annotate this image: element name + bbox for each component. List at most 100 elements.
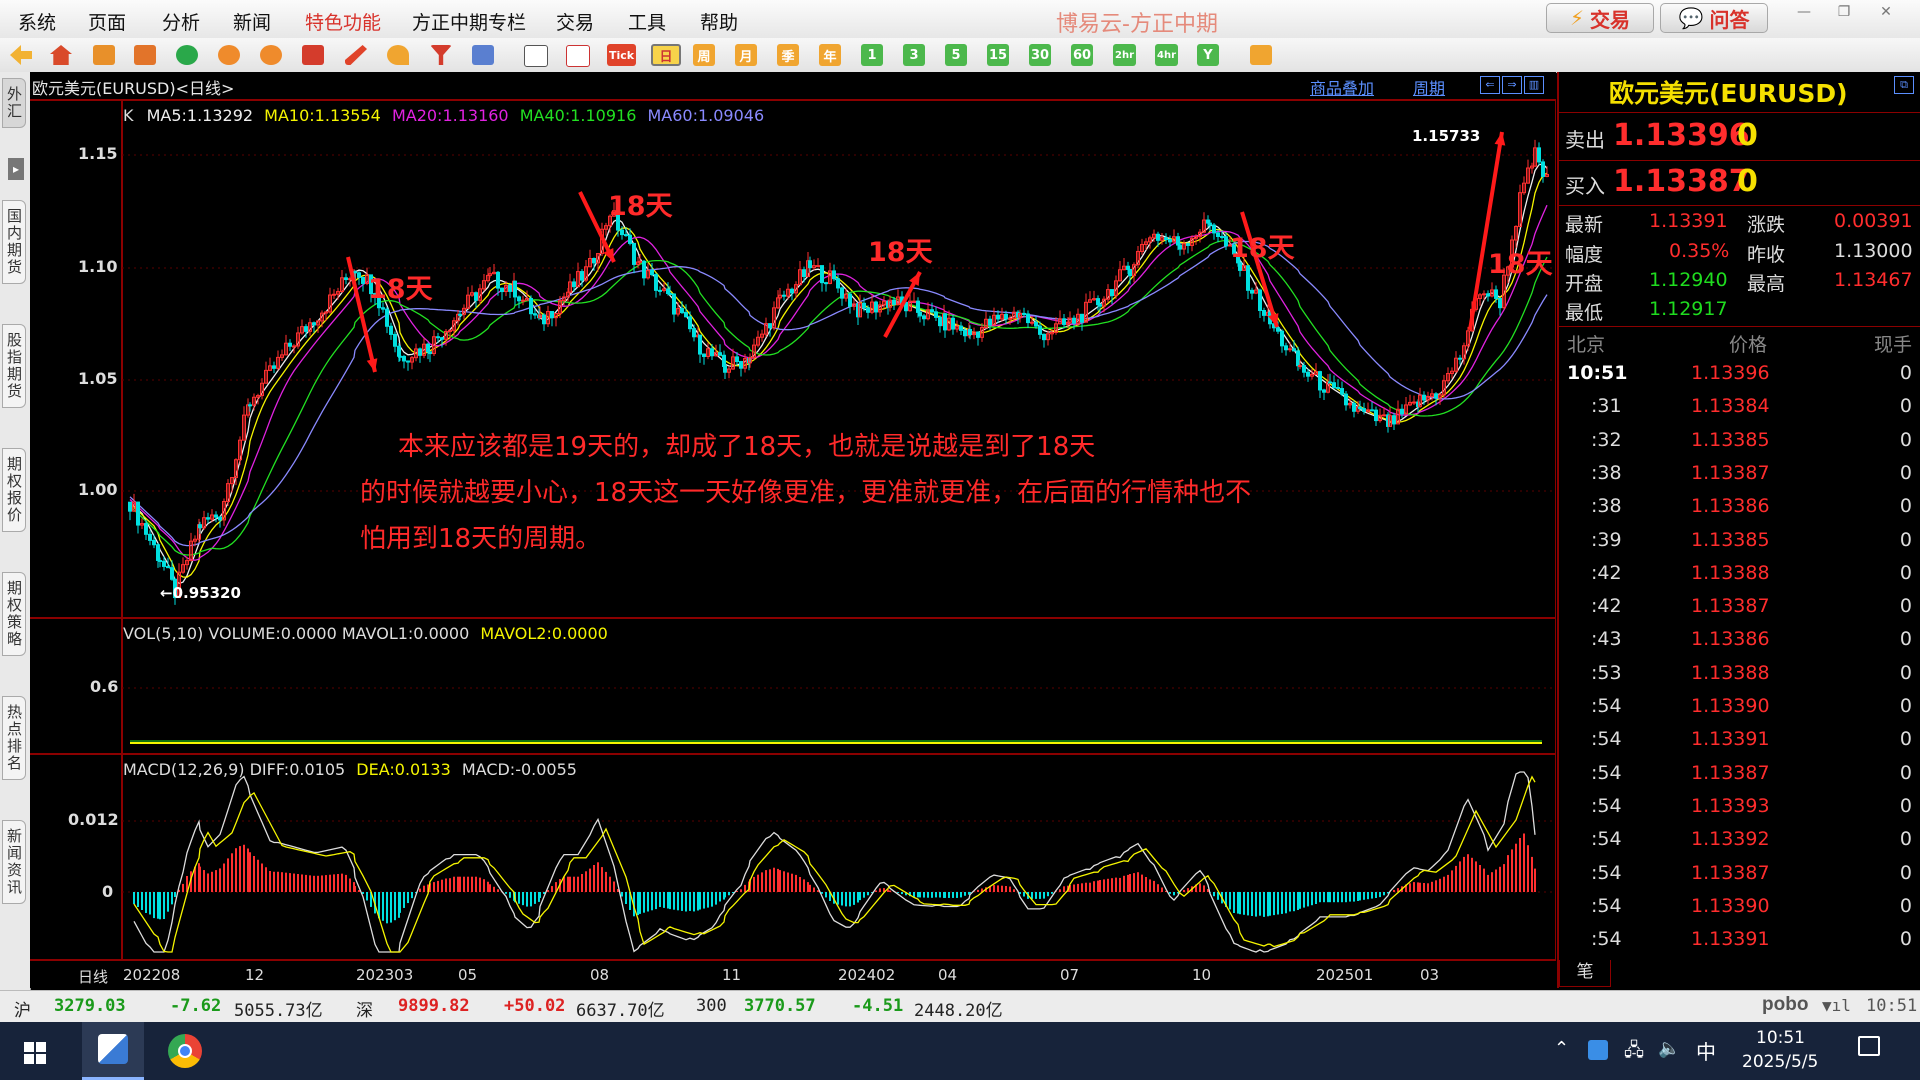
candle-body xyxy=(1306,371,1310,377)
menu-news[interactable]: 新闻 xyxy=(233,8,271,35)
network-icon[interactable]: 🖧 xyxy=(1624,1038,1644,1068)
period-season[interactable]: 季 xyxy=(777,44,799,66)
app-taskbar-button[interactable] xyxy=(82,1022,144,1080)
candle-body xyxy=(521,299,525,302)
tray-chevron-icon[interactable]: ⌃ xyxy=(1554,1038,1569,1059)
sell-price: 1.13396 xyxy=(1613,118,1750,153)
home-icon[interactable] xyxy=(50,45,72,65)
period-day[interactable]: 日 xyxy=(651,44,681,66)
period-4hr[interactable]: 4hr xyxy=(1155,44,1179,66)
legend-ma40: MA40:1.10916 xyxy=(519,106,637,125)
calculator-icon[interactable] xyxy=(1250,45,1272,65)
period-year[interactable]: 年 xyxy=(819,44,841,66)
candle-body xyxy=(1370,409,1374,412)
tab-domestic-futures[interactable]: 国内期货 xyxy=(2,200,26,284)
menu-analysis[interactable]: 分析 xyxy=(162,8,200,35)
candle-body xyxy=(418,348,422,356)
menu-tools[interactable]: 工具 xyxy=(628,8,666,35)
candle-body xyxy=(832,270,836,280)
clock-date[interactable]: 2025/5/5 xyxy=(1742,1052,1818,1072)
collapse-arrow-icon[interactable]: ▸ xyxy=(8,158,24,180)
layout-icon[interactable]: ▥ xyxy=(1524,76,1544,94)
period-60min[interactable]: 60 xyxy=(1071,44,1094,66)
minimize-icon[interactable]: — xyxy=(1790,4,1818,24)
table-icon[interactable] xyxy=(524,45,548,67)
tab-option-quotes[interactable]: 期权报价 xyxy=(2,448,26,532)
refresh-icon[interactable] xyxy=(176,45,198,65)
period-1min[interactable]: 1 xyxy=(861,44,883,66)
menu-fangzheng-column[interactable]: 方正中期专栏 xyxy=(412,8,526,35)
candle-body xyxy=(1168,238,1172,243)
tab-hot-ranking[interactable]: 热点排名 xyxy=(2,696,26,780)
period-month[interactable]: 月 xyxy=(735,44,757,66)
menu-trade[interactable]: 交易 xyxy=(556,8,594,35)
candle-body xyxy=(218,516,222,521)
notebook-icon[interactable] xyxy=(93,45,115,65)
sz-index: 9899.82 xyxy=(398,996,470,1016)
candle-body xyxy=(1284,345,1288,351)
candle-body xyxy=(529,297,533,315)
menu-system[interactable]: 系统 xyxy=(18,8,56,35)
cycle-label-2: 18天 xyxy=(608,191,673,222)
menu-help[interactable]: 帮助 xyxy=(700,8,738,35)
ime-indicator[interactable]: 中 xyxy=(1696,1036,1716,1065)
tray-app-icon[interactable] xyxy=(1588,1040,1608,1060)
tick-price: 1.13386 xyxy=(1691,495,1770,518)
period-custom[interactable]: Y xyxy=(1197,44,1219,66)
pen-icon[interactable] xyxy=(345,45,367,65)
candle-body xyxy=(1541,161,1545,177)
zoom-out-icon[interactable] xyxy=(260,45,282,65)
volume-icon[interactable]: 🔈 xyxy=(1658,1038,1680,1059)
x-tick: 202208 xyxy=(123,966,181,984)
scroll-left-icon[interactable]: ⇐ xyxy=(1480,76,1500,94)
period-3min[interactable]: 3 xyxy=(903,44,925,66)
back-arrow-icon[interactable] xyxy=(10,45,32,65)
candle-body xyxy=(943,313,947,331)
stat-prevclose-label: 昨收 xyxy=(1747,244,1786,266)
kline-icon[interactable] xyxy=(566,45,590,67)
maximize-icon[interactable]: ❐ xyxy=(1830,4,1858,24)
tab-news-info[interactable]: 新闻资讯 xyxy=(2,820,26,904)
tick-list[interactable]: 10:51 1.13396 0:31 1.13384 0:32 1.13385 0:38 1.… xyxy=(1559,362,1920,962)
period-5min[interactable]: 5 xyxy=(945,44,967,66)
windows-start-icon[interactable] xyxy=(24,1042,46,1064)
filter-icon[interactable] xyxy=(430,45,452,65)
overlay-link[interactable]: 商品叠加 xyxy=(1310,75,1374,99)
windows-icon[interactable] xyxy=(302,45,324,65)
ask-button[interactable]: 💬 问答 xyxy=(1660,3,1768,33)
menu-page[interactable]: 页面 xyxy=(88,8,126,35)
period-2hr[interactable]: 2hr xyxy=(1113,44,1137,66)
tick-volume: 0 xyxy=(1899,828,1912,851)
period-week[interactable]: 周 xyxy=(693,44,715,66)
trade-button[interactable]: ⚡ 交易 xyxy=(1546,3,1654,33)
chart-area[interactable]: 欧元美元(EURUSD)<日线> 商品叠加 周期 ⇐ ⇒ ▥ K MA5:1.1… xyxy=(30,72,1557,988)
new-icon[interactable] xyxy=(472,45,494,65)
candle-body xyxy=(816,265,820,268)
cycle-link[interactable]: 周期 xyxy=(1413,75,1445,99)
draw-tool-icon[interactable] xyxy=(387,45,409,65)
notification-icon[interactable] xyxy=(1858,1036,1880,1056)
f10-icon[interactable] xyxy=(134,45,156,65)
candle-body xyxy=(1458,357,1462,360)
tick-tab[interactable]: 笔 xyxy=(1559,960,1611,987)
period-tick[interactable]: Tick xyxy=(607,44,637,66)
candle-body xyxy=(768,323,772,329)
tick-volume: 0 xyxy=(1899,928,1912,951)
x-tick: 12 xyxy=(245,966,265,984)
period-30min[interactable]: 30 xyxy=(1029,44,1052,66)
period-15min[interactable]: 15 xyxy=(987,44,1010,66)
tick-time: :54 xyxy=(1591,861,1622,884)
candle-body xyxy=(1392,415,1396,425)
tab-forex[interactable]: 外汇 xyxy=(2,78,26,128)
chrome-icon[interactable] xyxy=(168,1034,202,1068)
zoom-in-icon[interactable] xyxy=(218,45,240,65)
clock-time[interactable]: 10:51 xyxy=(1756,1028,1805,1048)
scroll-right-icon[interactable]: ⇒ xyxy=(1502,76,1522,94)
detach-icon[interactable]: ⧉ xyxy=(1894,76,1914,94)
menu-special-features[interactable]: 特色功能 xyxy=(305,8,381,35)
tab-index-futures[interactable]: 股指期货 xyxy=(2,324,26,408)
candle-body xyxy=(348,278,352,281)
tab-option-strategy[interactable]: 期权策略 xyxy=(2,572,26,656)
close-icon[interactable]: ✕ xyxy=(1872,4,1900,24)
candle-body xyxy=(312,322,316,326)
